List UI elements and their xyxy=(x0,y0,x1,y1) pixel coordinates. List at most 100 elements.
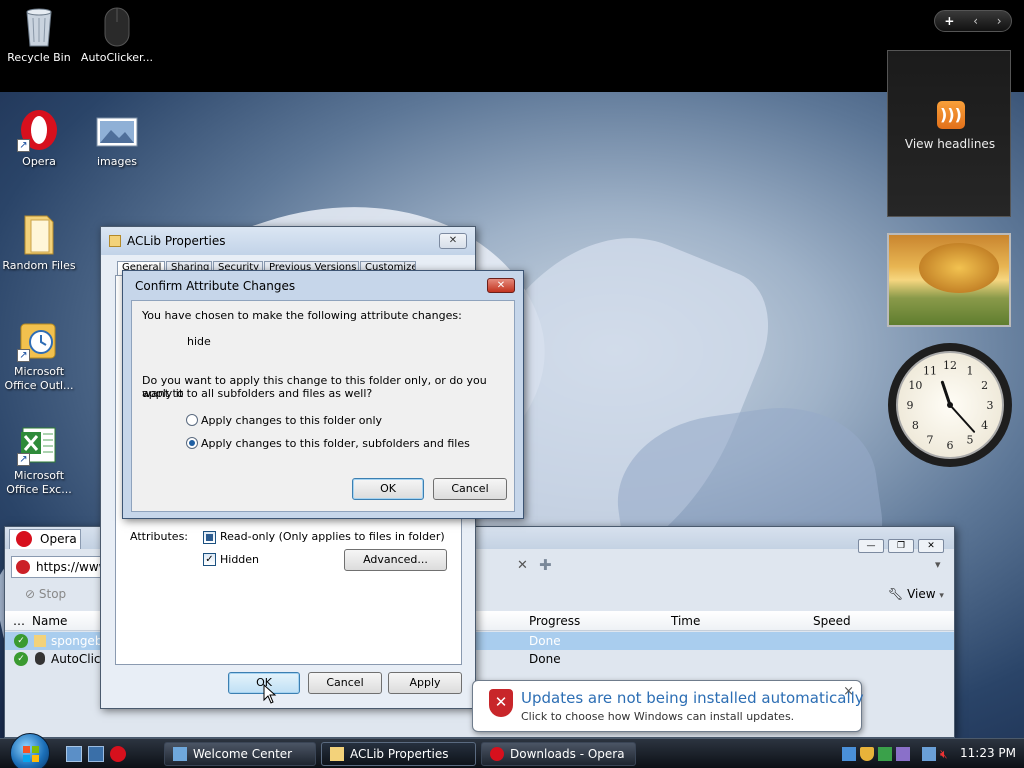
opera-icon[interactable] xyxy=(110,746,126,762)
column-header-time[interactable]: Time xyxy=(671,614,700,628)
radio-folder-only[interactable] xyxy=(186,414,198,426)
shortcut-arrow-icon: ↗ xyxy=(17,453,30,466)
shortcut-arrow-icon: ↗ xyxy=(17,139,30,152)
opera-menu-tab[interactable]: Opera xyxy=(9,529,81,549)
desktop-icon-label: Recycle Bin xyxy=(7,51,71,64)
rss-icon: ))) xyxy=(937,101,965,129)
opera-icon xyxy=(16,531,32,547)
taskbar-button-downloads-opera[interactable]: Downloads - Opera xyxy=(481,742,636,766)
clock-numeral: 8 xyxy=(912,419,919,432)
minimize-icon[interactable]: — xyxy=(858,539,884,553)
desktop-icon-recycle-bin[interactable]: Recycle Bin xyxy=(0,4,78,65)
restore-icon[interactable]: ❐ xyxy=(888,539,914,553)
advanced-button[interactable]: Advanced... xyxy=(344,549,447,571)
windows-logo-icon xyxy=(23,746,39,762)
opera-address-field[interactable]: https://www xyxy=(11,556,111,578)
opera-window-controls: — ❐ ✕ xyxy=(858,539,944,553)
clock-numeral: 9 xyxy=(907,399,914,412)
mouse-pointer-icon xyxy=(263,684,277,704)
desktop-icon-label: AutoClicker... xyxy=(80,51,154,64)
stop-icon: ⊘ xyxy=(25,587,36,601)
security-warning-shield-icon: ✕ xyxy=(489,689,513,717)
desktop-icon-label: Microsoft Office Exc... xyxy=(6,469,72,496)
confirm-dialog-body: You have chosen to make the following at… xyxy=(131,300,515,512)
folder-icon xyxy=(17,212,61,256)
completed-check-icon: ✓ xyxy=(14,652,28,666)
clock-numeral: 1 xyxy=(967,364,974,377)
hidden-checkbox[interactable]: ✓ xyxy=(203,553,216,566)
close-icon[interactable]: ✕ xyxy=(439,233,467,249)
mouse-icon xyxy=(35,652,45,665)
network-connection-icon[interactable] xyxy=(922,747,936,761)
tab-menu-chevron-icon[interactable]: ▾ xyxy=(935,558,941,571)
site-favicon-icon xyxy=(16,560,30,574)
confirm-dialog-title: Confirm Attribute Changes xyxy=(135,279,296,293)
close-icon[interactable]: ✕ xyxy=(487,278,515,293)
clock-face: 1 2 3 4 5 6 7 8 9 10 11 12 xyxy=(896,351,1004,459)
view-menu-button[interactable]: 🔧︎ View ▾ xyxy=(888,587,944,601)
switch-windows-icon[interactable] xyxy=(88,746,104,762)
recycle-bin-icon xyxy=(17,4,61,48)
column-header-speed[interactable]: Speed xyxy=(813,614,851,628)
add-gadget-button[interactable]: + xyxy=(944,14,954,28)
view-headlines-link[interactable]: View headlines xyxy=(888,137,1012,151)
security-shield-icon[interactable] xyxy=(860,747,874,761)
close-icon[interactable]: ✕ xyxy=(918,539,944,553)
taskbar-button-aclib-properties[interactable]: ACLib Properties xyxy=(321,742,476,766)
desktop-icon-random-files[interactable]: Random Files xyxy=(0,212,78,273)
readonly-checkbox[interactable] xyxy=(203,531,216,544)
notification-title: Updates are not being installed automati… xyxy=(521,689,864,707)
show-desktop-icon[interactable] xyxy=(66,746,82,762)
previous-gadget-page-button[interactable]: ‹ xyxy=(973,14,978,28)
opera-tab-label: Opera xyxy=(40,532,77,546)
desktop-icon-autoclicker[interactable]: AutoClicker... xyxy=(78,4,156,65)
image-folder-icon xyxy=(95,108,139,152)
desktop-icon-label: Microsoft Office Outl... xyxy=(4,365,74,392)
clock-numeral: 6 xyxy=(947,439,954,452)
volume-muted-icon[interactable]: 🔇︎ xyxy=(940,747,954,761)
confirm-ok-button[interactable]: OK xyxy=(352,478,424,500)
windows-update-notification[interactable]: ✕ Updates are not being installed automa… xyxy=(472,680,864,732)
clock-gadget[interactable]: 1 2 3 4 5 6 7 8 9 10 11 12 xyxy=(888,343,1012,467)
close-tab-icon[interactable]: ✕ xyxy=(517,558,528,573)
tray-app-icon[interactable] xyxy=(896,747,910,761)
stop-button[interactable]: ⊘ Stop xyxy=(25,587,66,601)
desktop-icon-outlook[interactable]: ↗ Microsoft Office Outl... xyxy=(0,318,78,393)
start-button[interactable] xyxy=(10,733,50,768)
welcome-center-icon xyxy=(173,747,187,761)
completed-check-icon: ✓ xyxy=(14,634,28,648)
clock-numeral: 12 xyxy=(943,359,957,372)
radio-folder-only-label[interactable]: Apply changes to this folder only xyxy=(201,414,382,427)
slideshow-gadget[interactable] xyxy=(887,233,1011,327)
hidden-label: Hidden xyxy=(220,553,260,566)
desktop-icon-excel[interactable]: ↗ Microsoft Office Exc... xyxy=(0,422,78,497)
column-header-progress[interactable]: Progress xyxy=(529,614,580,628)
next-gadget-page-button[interactable]: › xyxy=(997,14,1002,28)
outlook-icon: ↗ xyxy=(17,318,61,362)
desktop-icon-opera[interactable]: ↗ Opera xyxy=(0,108,78,169)
column-sort-icon[interactable]: … xyxy=(13,614,25,628)
new-tab-icon[interactable]: ✚ xyxy=(539,556,552,574)
network-icon[interactable] xyxy=(842,747,856,761)
column-header-name[interactable]: Name xyxy=(32,614,67,628)
close-icon[interactable]: × xyxy=(843,684,854,699)
confirm-cancel-button[interactable]: Cancel xyxy=(433,478,507,500)
shortcut-arrow-icon: ↗ xyxy=(17,349,30,362)
download-progress: Done xyxy=(529,634,561,648)
opera-icon: ↗ xyxy=(17,108,61,152)
taskbar: Welcome Center ACLib Properties Download… xyxy=(0,733,1024,768)
attribute-change-value: hide xyxy=(187,335,211,348)
clock-hour-hand xyxy=(940,380,952,407)
aclib-title: ACLib Properties xyxy=(127,234,226,248)
cancel-button[interactable]: Cancel xyxy=(308,672,382,694)
taskbar-clock[interactable]: 11:23 PM xyxy=(960,746,1016,760)
apply-button[interactable]: Apply xyxy=(388,672,462,694)
clock-numeral: 11 xyxy=(923,364,937,377)
windows-update-icon[interactable] xyxy=(878,747,892,761)
clock-numeral: 2 xyxy=(981,379,988,392)
radio-folder-subfolders-files-label[interactable]: Apply changes to this folder, subfolders… xyxy=(201,437,470,450)
desktop-icon-images[interactable]: images xyxy=(78,108,156,169)
feed-headlines-gadget[interactable]: ))) View headlines xyxy=(887,50,1011,217)
radio-folder-subfolders-files[interactable] xyxy=(186,437,198,449)
taskbar-button-welcome-center[interactable]: Welcome Center xyxy=(164,742,316,766)
